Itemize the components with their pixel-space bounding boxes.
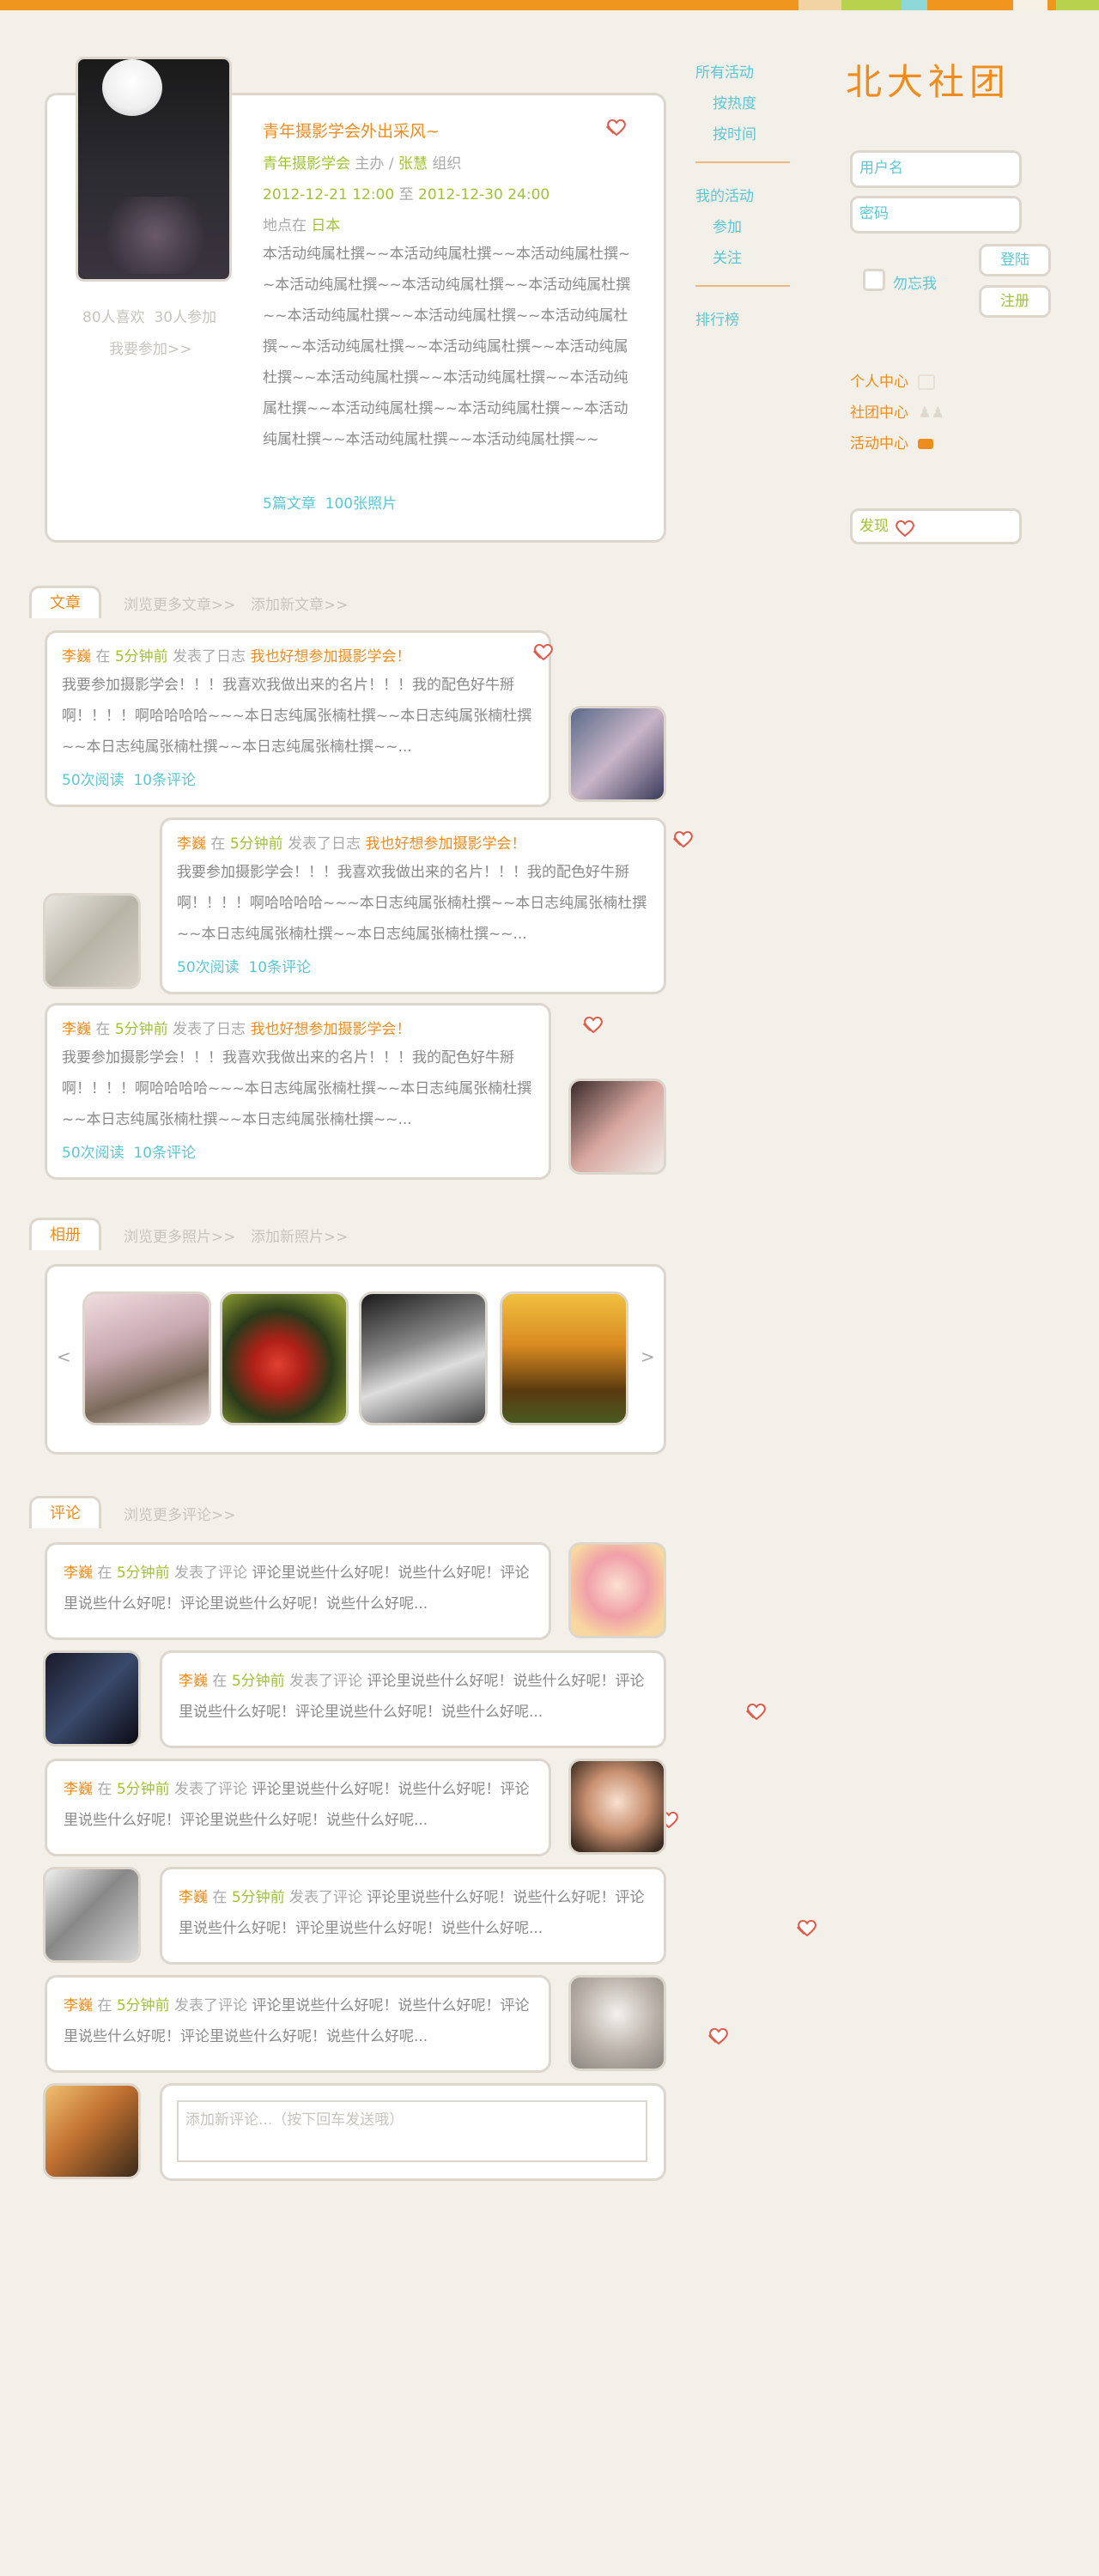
event-organizer: 青年摄影学会 主办 / 张慧 组织 xyxy=(263,155,462,173)
lantern-image xyxy=(102,59,162,116)
avatar[interactable] xyxy=(568,1078,666,1175)
article-title[interactable]: 我也好想参加摄影学会！ xyxy=(250,648,410,665)
new-comment-input[interactable]: 添加新评论...（按下回车发送哦） xyxy=(177,2100,647,2162)
login-button[interactable]: 登陆 xyxy=(979,244,1051,276)
event-place: 地点在 日本 xyxy=(263,217,341,234)
article-header: 李巍 在 5分钟前 发表了日志 我也好想参加摄影学会！ xyxy=(177,835,526,853)
heart-icon[interactable] xyxy=(707,2026,728,2045)
add-photo-link[interactable]: 添加新照片>> xyxy=(251,1224,349,1246)
event-description: 本活动纯属杜撰~~本活动纯属杜撰~~本活动纯属杜撰~~本活动纯属杜撰~~本活动纯… xyxy=(263,246,631,448)
nav-all-events[interactable]: 所有活动 xyxy=(695,60,754,82)
camera-icon xyxy=(918,439,934,449)
heart-icon[interactable] xyxy=(531,642,553,661)
avatar[interactable] xyxy=(43,1867,141,1963)
current-user-avatar[interactable] xyxy=(43,2083,141,2179)
article-body: 我要参加摄影学会！！！我喜欢我做出来的名片！！！我的配色好牛掰啊！！！！啊哈哈哈… xyxy=(62,677,532,756)
heart-icon[interactable] xyxy=(744,1702,767,1721)
event-counts: 5篇文章 100张照片 xyxy=(263,491,397,513)
heart-icon[interactable] xyxy=(604,118,626,137)
album-prev-button[interactable]: < xyxy=(57,1346,71,1367)
album-next-button[interactable]: > xyxy=(641,1346,655,1367)
remember-checkbox[interactable] xyxy=(863,269,885,291)
avatar[interactable] xyxy=(568,1759,666,1855)
heart-icon[interactable] xyxy=(581,1015,604,1034)
tab-album[interactable]: 相册 xyxy=(29,1218,101,1250)
album-photo[interactable] xyxy=(82,1291,211,1425)
top-color-bar xyxy=(0,0,1099,10)
club-center-link[interactable]: 社团中心 ♟♟ xyxy=(850,400,944,422)
article-title[interactable]: 我也好想参加摄影学会！ xyxy=(365,835,525,853)
nav-divider xyxy=(695,161,790,163)
nav-by-hot[interactable]: 按热度 xyxy=(713,91,756,112)
comment-text: 李巍 在 5分钟前 发表了评论 评论里说些什么好呢！说些什么好呢！评论里说些什么… xyxy=(179,1889,645,1937)
activity-center-link[interactable]: 活动中心 xyxy=(850,431,934,453)
avatar[interactable] xyxy=(568,706,666,802)
discover-input[interactable]: 发现 xyxy=(850,508,1022,544)
nav-by-time[interactable]: 按时间 xyxy=(713,122,756,143)
album-photo[interactable] xyxy=(359,1291,488,1425)
nav-followed[interactable]: 关注 xyxy=(713,246,742,267)
album-photo[interactable] xyxy=(500,1291,628,1425)
photos-link[interactable]: 100张照片 xyxy=(325,495,397,513)
article-title[interactable]: 我也好想参加摄影学会！ xyxy=(250,1021,410,1038)
avatar[interactable] xyxy=(568,1975,666,2071)
article-stats: 50次阅读 10条评论 xyxy=(177,959,312,976)
comment-text: 李巍 在 5分钟前 发表了评论 评论里说些什么好呢！说些什么好呢！评论里说些什么… xyxy=(64,1564,530,1613)
article-header: 李巍 在 5分钟前 发表了日志 我也好想参加摄影学会！ xyxy=(62,648,411,665)
nav-my-events[interactable]: 我的活动 xyxy=(695,184,754,205)
article-stats: 50次阅读 10条评论 xyxy=(62,772,197,789)
nav-joined[interactable]: 参加 xyxy=(713,215,742,236)
article-header: 李巍 在 5分钟前 发表了日志 我也好想参加摄影学会！ xyxy=(62,1021,411,1038)
nav-ranking[interactable]: 排行榜 xyxy=(695,307,739,329)
password-input[interactable]: 密码 xyxy=(850,196,1022,234)
event-stats: 80人喜欢 30人参加 xyxy=(82,309,217,326)
club-icon: ♟♟ xyxy=(918,404,944,422)
tab-articles[interactable]: 文章 xyxy=(29,586,101,618)
avatar[interactable] xyxy=(568,1542,666,1638)
event-poster[interactable] xyxy=(76,57,232,282)
person-link[interactable]: 张慧 xyxy=(398,155,428,173)
comment-text: 李巍 在 5分钟前 发表了评论 评论里说些什么好呢！说些什么好呢！评论里说些什么… xyxy=(64,1781,530,1829)
avatar[interactable] xyxy=(43,1650,141,1747)
album-photo[interactable] xyxy=(220,1291,349,1425)
comment-text: 李巍 在 5分钟前 发表了评论 评论里说些什么好呢！说些什么好呢！评论里说些什么… xyxy=(179,1673,645,1721)
add-article-link[interactable]: 添加新文章>> xyxy=(251,592,349,614)
avatar[interactable] xyxy=(43,893,141,989)
register-button[interactable]: 注册 xyxy=(979,285,1051,318)
personal-center-link[interactable]: 个人中心 xyxy=(850,369,936,391)
blossom-image xyxy=(95,197,216,274)
nav-divider xyxy=(695,285,790,287)
event-time: 2012-12-21 12:00 至 2012-12-30 24:00 xyxy=(263,186,550,204)
heart-icon[interactable] xyxy=(795,1918,817,1937)
comment-text: 李巍 在 5分钟前 发表了评论 评论里说些什么好呢！说些什么好呢！评论里说些什么… xyxy=(64,1997,530,2045)
heart-icon xyxy=(893,518,915,538)
remember-label: 勿忘我 xyxy=(893,276,937,293)
org-link[interactable]: 青年摄影学会 xyxy=(263,155,350,173)
more-articles-link[interactable]: 浏览更多文章>> xyxy=(124,592,236,614)
personal-icon xyxy=(918,374,936,390)
tab-comments[interactable]: 评论 xyxy=(29,1496,101,1528)
join-link[interactable]: 我要参加>> xyxy=(109,337,192,358)
event-title[interactable]: 青年摄影学会外出采风~ xyxy=(263,118,440,142)
more-comments-link[interactable]: 浏览更多评论>> xyxy=(124,1503,236,1524)
heart-icon[interactable] xyxy=(671,829,694,848)
username-input[interactable]: 用户名 xyxy=(850,150,1022,188)
more-photos-link[interactable]: 浏览更多照片>> xyxy=(124,1224,236,1246)
article-stats: 50次阅读 10条评论 xyxy=(62,1145,197,1162)
article-body: 我要参加摄影学会！！！我喜欢我做出来的名片！！！我的配色好牛掰啊！！！！啊哈哈哈… xyxy=(177,864,647,943)
article-body: 我要参加摄影学会！！！我喜欢我做出来的名片！！！我的配色好牛掰啊！！！！啊哈哈哈… xyxy=(62,1049,532,1128)
site-logo[interactable]: 北大社团 xyxy=(846,53,1011,106)
articles-link[interactable]: 5篇文章 xyxy=(263,495,316,513)
